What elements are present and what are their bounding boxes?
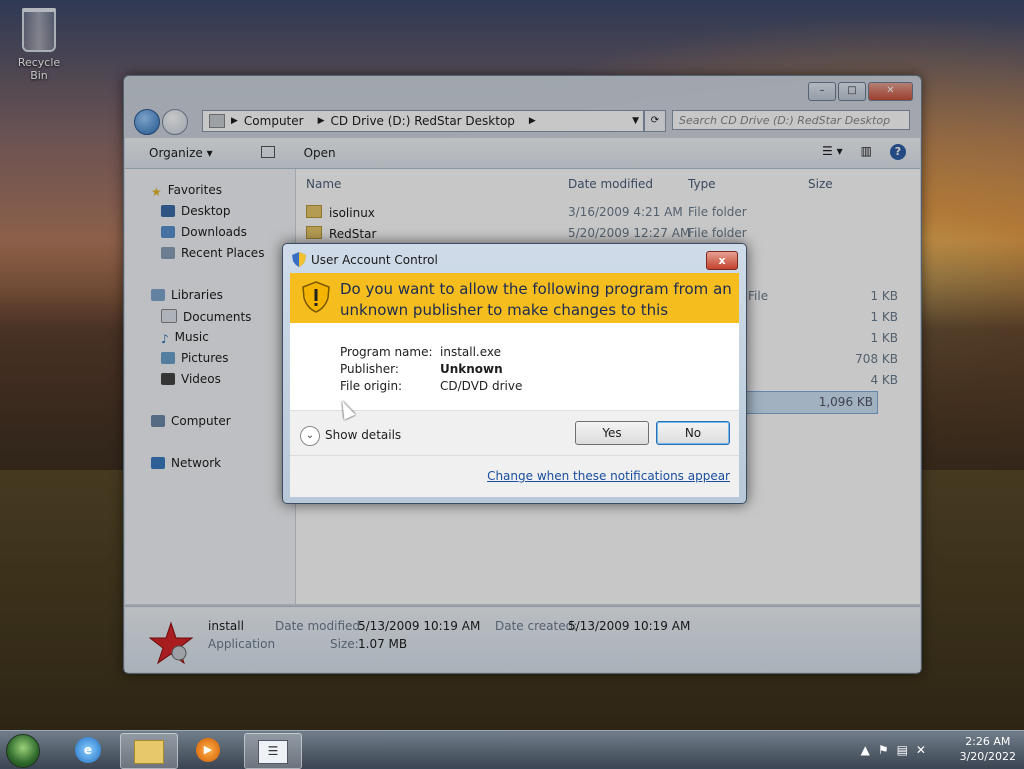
taskbar-windows-explorer[interactable] <box>120 733 178 769</box>
change-notifications-link[interactable]: Change when these notifications appear <box>487 469 730 483</box>
publisher-value: Unknown <box>440 362 503 376</box>
uac-program-info: Program name: install.exe Publisher: Unk… <box>290 323 739 410</box>
uac-warning-banner: Do you want to allow the following progr… <box>290 273 739 340</box>
uac-shield-icon <box>292 252 306 267</box>
show-details-link[interactable]: Show details <box>325 428 401 442</box>
list-icon: ☰ <box>258 740 288 764</box>
taskbar-media-player[interactable]: ▶ <box>180 733 236 767</box>
no-button[interactable]: No <box>656 421 730 445</box>
uac-title: User Account Control <box>311 253 438 267</box>
divider <box>290 455 739 456</box>
system-tray-icons[interactable]: ▲⚑▤✕ <box>861 743 934 757</box>
taskbar-task-list[interactable]: ☰ <box>244 733 302 769</box>
yes-button[interactable]: Yes <box>575 421 649 445</box>
uac-dialog: User Account Control x Do you want to al… <box>282 243 747 504</box>
internet-explorer-icon: e <box>75 737 101 763</box>
file-origin-label: File origin: <box>340 379 403 393</box>
taskbar-internet-explorer[interactable]: e <box>60 733 116 767</box>
publisher-label: Publisher: <box>340 362 399 376</box>
clock-date: 3/20/2022 <box>959 750 1016 763</box>
program-name-value: install.exe <box>440 345 502 359</box>
uac-close-button[interactable]: x <box>706 251 738 270</box>
media-player-icon: ▶ <box>196 738 220 762</box>
start-button[interactable] <box>6 734 40 768</box>
taskbar: e ▶ ☰ ▲⚑▤✕ 2:26 AM 3/20/2022 <box>0 730 1024 769</box>
show-details-chevron-icon[interactable]: ⌄ <box>300 426 320 446</box>
uac-action-area: ⌄ Show details Yes No Change when these … <box>290 410 739 497</box>
file-origin-value: CD/DVD drive <box>440 379 523 393</box>
program-name-label: Program name: <box>340 345 433 359</box>
folder-icon <box>134 740 164 764</box>
clock[interactable]: 2:26 AM 3/20/2022 <box>960 734 1016 764</box>
warning-shield-icon <box>302 281 330 313</box>
clock-time: 2:26 AM <box>965 735 1011 748</box>
